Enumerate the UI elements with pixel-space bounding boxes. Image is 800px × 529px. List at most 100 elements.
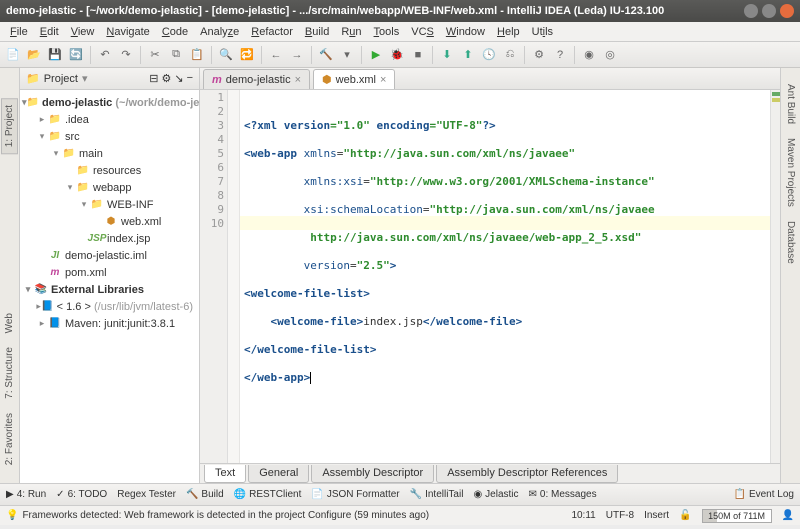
- back-icon[interactable]: ←: [267, 46, 285, 64]
- find-icon[interactable]: 🔍: [217, 46, 235, 64]
- hector-icon[interactable]: 👤: [782, 510, 794, 521]
- editor-tab-webxml[interactable]: ⬢web.xml×: [313, 69, 395, 89]
- menu-navigate[interactable]: Navigate: [100, 26, 155, 38]
- close-tab-icon[interactable]: ×: [380, 74, 386, 86]
- tool-todo[interactable]: ✓ 6: TODO: [56, 489, 107, 500]
- bulb-icon[interactable]: 💡: [6, 510, 18, 521]
- tool-project[interactable]: 1: Project: [1, 98, 18, 154]
- tool-favorites[interactable]: 2: Favorites: [2, 407, 17, 471]
- menu-help[interactable]: Help: [491, 26, 526, 38]
- memory-indicator[interactable]: 150M of 711M: [702, 509, 772, 523]
- tool-tail[interactable]: 🔧 IntelliTail: [410, 489, 464, 500]
- redo-icon[interactable]: ↷: [117, 46, 135, 64]
- tool-database[interactable]: Database: [783, 215, 798, 270]
- tree-webxml[interactable]: web.xml: [121, 216, 161, 228]
- copy-icon[interactable]: ⧉: [167, 46, 185, 64]
- stop-icon[interactable]: ■: [409, 46, 427, 64]
- forward-icon[interactable]: →: [288, 46, 306, 64]
- hide-panel-icon[interactable]: ↘: [174, 72, 183, 85]
- menu-build[interactable]: Build: [299, 26, 335, 38]
- open-icon[interactable]: 📂: [25, 46, 43, 64]
- vcs-history-icon[interactable]: 🕓: [480, 46, 498, 64]
- refresh-icon[interactable]: 🔄: [67, 46, 85, 64]
- replace-icon[interactable]: 🔁: [238, 46, 256, 64]
- project-tree[interactable]: ▾📁demo-jelastic (~/work/demo-jelast ▸📁.i…: [20, 90, 199, 483]
- help-icon[interactable]: ?: [551, 46, 569, 64]
- run-config-icon[interactable]: ▾: [338, 46, 356, 64]
- lock-icon[interactable]: 🔓: [679, 510, 691, 521]
- tool-jelastic[interactable]: ◉ Jelastic: [473, 489, 518, 500]
- menu-window[interactable]: Window: [440, 26, 491, 38]
- collapse-all-icon[interactable]: ⊟: [149, 72, 158, 85]
- tree-iml[interactable]: demo-jelastic.iml: [65, 250, 147, 262]
- menu-edit[interactable]: Edit: [34, 26, 65, 38]
- btab-assembly[interactable]: Assembly Descriptor: [311, 465, 434, 483]
- tool-regex[interactable]: Regex Tester: [117, 489, 176, 500]
- new-file-icon[interactable]: 📄: [4, 46, 22, 64]
- jelastic-icon[interactable]: ◉: [580, 46, 598, 64]
- tree-main[interactable]: main: [79, 148, 103, 160]
- source-text[interactable]: <?xml version="1.0" encoding="UTF-8"?> <…: [240, 90, 770, 463]
- tree-resources[interactable]: resources: [93, 165, 141, 177]
- tree-maven[interactable]: Maven: junit:junit:3.8.1: [65, 318, 175, 330]
- tool-run[interactable]: ▶ 4: Run: [6, 489, 46, 500]
- minimize-panel-icon[interactable]: −: [187, 72, 193, 85]
- tool-ant[interactable]: Ant Build: [783, 78, 798, 130]
- settings-icon[interactable]: ⚙: [161, 72, 171, 85]
- menu-utils[interactable]: Utils: [526, 26, 559, 38]
- encoding[interactable]: UTF-8: [606, 510, 634, 521]
- btab-text[interactable]: Text: [204, 465, 246, 483]
- tool-structure[interactable]: 7: Structure: [2, 341, 17, 405]
- run-icon[interactable]: ▶: [367, 46, 385, 64]
- overview-ruler[interactable]: [770, 90, 780, 463]
- jelastic-deploy-icon[interactable]: ◎: [601, 46, 619, 64]
- menu-run[interactable]: Run: [335, 26, 367, 38]
- tool-json[interactable]: 📄 JSON Formatter: [311, 489, 399, 500]
- bottom-tool-window-bar: ▶ 4: Run ✓ 6: TODO Regex Tester 🔨 Build …: [0, 483, 800, 505]
- menu-refactor[interactable]: Refactor: [245, 26, 299, 38]
- paste-icon[interactable]: 📋: [188, 46, 206, 64]
- editor-tab-demo-jelastic[interactable]: mdemo-jelastic×: [203, 69, 310, 89]
- tool-maven[interactable]: Maven Projects: [783, 132, 798, 213]
- window-maximize-button[interactable]: [762, 4, 776, 18]
- close-tab-icon[interactable]: ×: [295, 74, 301, 86]
- window-close-button[interactable]: [780, 4, 794, 18]
- tree-root[interactable]: demo-jelastic: [42, 97, 112, 109]
- menu-view[interactable]: View: [65, 26, 101, 38]
- tool-rest[interactable]: 🌐 RESTClient: [234, 489, 302, 500]
- btab-assembly-refs[interactable]: Assembly Descriptor References: [436, 465, 618, 483]
- save-icon[interactable]: 💾: [46, 46, 64, 64]
- vcs-revert-icon[interactable]: ⎌: [501, 46, 519, 64]
- tool-web[interactable]: Web: [2, 307, 17, 339]
- settings-icon[interactable]: ⚙: [530, 46, 548, 64]
- build-icon[interactable]: 🔨: [317, 46, 335, 64]
- tree-src[interactable]: src: [65, 131, 80, 143]
- menu-analyze[interactable]: Analyze: [194, 26, 245, 38]
- fold-gutter[interactable]: [228, 90, 240, 463]
- cut-icon[interactable]: ✂: [146, 46, 164, 64]
- tree-extlib[interactable]: External Libraries: [51, 284, 144, 296]
- tree-jdk[interactable]: < 1.6 >: [57, 301, 91, 313]
- debug-icon[interactable]: 🐞: [388, 46, 406, 64]
- insert-mode[interactable]: Insert: [644, 510, 669, 521]
- menu-vcs[interactable]: VCS: [405, 26, 440, 38]
- cursor-position[interactable]: 10:11: [571, 510, 595, 521]
- undo-icon[interactable]: ↶: [96, 46, 114, 64]
- tree-idea[interactable]: .idea: [65, 114, 89, 126]
- vcs-commit-icon[interactable]: ⬆: [459, 46, 477, 64]
- vcs-update-icon[interactable]: ⬇: [438, 46, 456, 64]
- tree-indexjsp[interactable]: index.jsp: [107, 233, 150, 245]
- tree-webinf[interactable]: WEB-INF: [107, 199, 153, 211]
- status-message[interactable]: Frameworks detected: Web framework is de…: [22, 510, 429, 521]
- tool-messages[interactable]: ✉ 0: Messages: [529, 489, 597, 500]
- tree-pom[interactable]: pom.xml: [65, 267, 107, 279]
- tool-build[interactable]: 🔨 Build: [186, 489, 224, 500]
- btab-general[interactable]: General: [248, 465, 309, 483]
- menu-tools[interactable]: Tools: [368, 26, 406, 38]
- tree-webapp[interactable]: webapp: [93, 182, 132, 194]
- menu-code[interactable]: Code: [156, 26, 194, 38]
- window-minimize-button[interactable]: [744, 4, 758, 18]
- tool-eventlog[interactable]: 📋 Event Log: [734, 489, 795, 500]
- menu-file[interactable]: FFileile: [4, 26, 34, 38]
- code-editor[interactable]: 12345678910 <?xml version="1.0" encoding…: [200, 90, 780, 463]
